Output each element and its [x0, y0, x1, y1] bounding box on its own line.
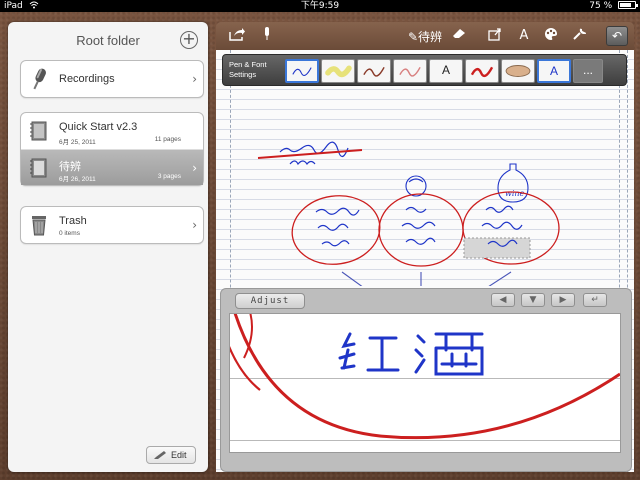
more-swatches-button[interactable]: ...	[573, 59, 603, 83]
wrench-icon[interactable]	[570, 27, 588, 45]
pencil-icon	[154, 451, 166, 459]
handwritten-note: wine	[257, 141, 560, 286]
pen-settings-bar: Pen & Font Settings A A ...	[222, 54, 627, 86]
eraser-icon[interactable]	[450, 27, 468, 45]
handwriting-input-panel: Adjust ◀ ▼ ▶ ↵	[220, 288, 632, 472]
handwriting-canvas[interactable]	[229, 313, 621, 453]
item-name: Recordings	[59, 73, 115, 85]
clock: 下午9:59	[300, 1, 340, 11]
microphone-icon	[33, 68, 46, 90]
notebook-icon	[30, 121, 47, 141]
item-date: 6月 26, 2011	[59, 176, 96, 183]
folder-title: Root folder	[76, 33, 140, 48]
return-icon[interactable]: ↵	[583, 293, 607, 307]
folder-header: Root folder +	[8, 22, 208, 60]
note-page[interactable]: Pen & Font Settings A A ... wine Adjust …	[216, 50, 634, 472]
item-count: 0 items	[59, 230, 80, 237]
zoomed-strokes	[230, 314, 620, 440]
list-item-trash[interactable]: Trash 0 items ›	[21, 207, 203, 243]
notebooks-card: Quick Start v2.3 6月 25, 2011 11 pages 待辨…	[20, 112, 204, 186]
pen-swatch-brown[interactable]	[357, 59, 391, 83]
chevron-right-icon: ›	[192, 72, 197, 86]
edit-label: Edit	[171, 450, 187, 460]
trash-icon	[32, 216, 46, 236]
edit-button[interactable]: Edit	[146, 446, 196, 464]
item-name: Quick Start v2.3	[59, 121, 138, 133]
item-date: 6月 25, 2011	[59, 139, 96, 146]
status-bar: iPad 下午9:59 75 %	[0, 0, 640, 12]
folder-panel: Root folder + Recordings › Quick Start v…	[8, 22, 208, 472]
arrow-right-icon[interactable]: ▶	[551, 293, 575, 307]
trash-card: Trash 0 items ›	[20, 206, 204, 244]
pen-swatch-yellow-highlighter[interactable]	[321, 59, 355, 83]
pen-swatch-red-thick[interactable]	[465, 59, 499, 83]
note-toolbar: ✎待辨 A ↶	[216, 22, 634, 50]
list-item-recordings[interactable]: Recordings ›	[21, 61, 203, 97]
notebook-icon	[30, 158, 47, 178]
recordings-card: Recordings ›	[20, 60, 204, 98]
battery-status: 75 %	[589, 0, 638, 12]
svg-text:wine: wine	[505, 189, 525, 198]
item-name: Trash	[59, 215, 87, 227]
battery-icon	[618, 1, 638, 9]
chevron-right-icon: ›	[192, 218, 197, 232]
pen-swatch-blue-thin[interactable]	[285, 59, 319, 83]
arrow-down-icon[interactable]: ▼	[521, 293, 545, 307]
pen-swatch-tan-marker[interactable]	[501, 59, 535, 83]
text-swatch-black[interactable]: A	[429, 59, 463, 83]
pen-swatch-pink[interactable]	[393, 59, 427, 83]
text-swatch-blue[interactable]: A	[537, 59, 571, 83]
item-page-count: 11 pages	[154, 136, 181, 143]
list-item-quick-start[interactable]: Quick Start v2.3 6月 25, 2011 11 pages	[21, 113, 203, 149]
item-name: 待辨	[59, 161, 81, 173]
item-page-count: 3 pages	[157, 173, 181, 180]
font-icon[interactable]: A	[515, 27, 533, 45]
notebook-view: ✎待辨 A ↶ Pen & Font Settings A A ... wine…	[216, 22, 634, 472]
add-notebook-button[interactable]: +	[180, 31, 198, 49]
undo-icon[interactable]: ↶	[606, 26, 628, 46]
chevron-right-icon: ›	[192, 161, 197, 175]
palette-icon[interactable]	[542, 27, 560, 45]
export-icon[interactable]	[486, 27, 504, 45]
list-item-selected-notebook[interactable]: 待辨 6月 26, 2011 3 pages ›	[21, 149, 203, 185]
pen-settings-button[interactable]: Pen & Font Settings	[229, 60, 267, 80]
arrow-left-icon[interactable]: ◀	[491, 293, 515, 307]
adjust-button[interactable]: Adjust	[235, 293, 305, 309]
